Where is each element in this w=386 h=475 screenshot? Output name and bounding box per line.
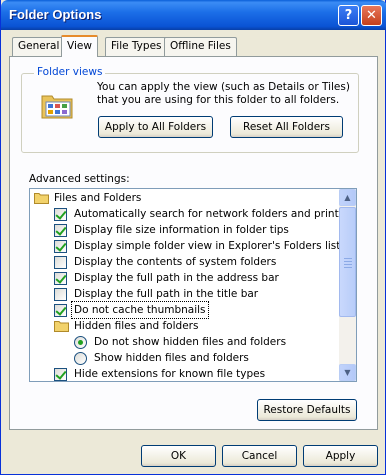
checkbox[interactable] xyxy=(54,272,67,285)
setting-label: Do not cache thumbnails xyxy=(71,301,209,319)
scroll-down-button[interactable]: ▼ xyxy=(339,364,356,381)
tab-view[interactable]: View xyxy=(61,35,98,57)
folder-icon xyxy=(54,321,69,332)
folder-icon xyxy=(34,193,49,204)
setting-system-folder-contents[interactable]: Display the contents of system folders xyxy=(30,254,340,270)
setting-auto-search-network[interactable]: Automatically search for network folders… xyxy=(30,206,355,222)
tab-general[interactable]: General xyxy=(12,37,66,56)
folder-views-icon xyxy=(41,95,73,119)
checkbox[interactable] xyxy=(54,240,67,253)
setting-file-size-tips[interactable]: Display file size information in folder … xyxy=(30,222,340,238)
help-button[interactable]: ? xyxy=(338,5,359,26)
tree-folder-hidden-files: Hidden files and folders xyxy=(30,318,340,334)
folder-options-window: Folder Options ? ✕ General View File Typ… xyxy=(0,0,386,475)
ok-button[interactable]: OK xyxy=(141,445,216,467)
advanced-settings-list[interactable]: Files and Folders Automatically search f… xyxy=(29,188,357,382)
checkbox[interactable] xyxy=(54,288,67,301)
setting-full-path-address-bar[interactable]: Display the full path in the address bar xyxy=(30,270,340,286)
apply-to-all-folders-button[interactable]: Apply to All Folders xyxy=(98,116,213,138)
setting-full-path-title-bar[interactable]: Display the full path in the title bar xyxy=(30,286,340,302)
setting-label: Display file size information in folder … xyxy=(74,224,289,236)
grip-line xyxy=(344,258,352,259)
setting-show-hidden[interactable]: Show hidden files and folders xyxy=(30,350,340,366)
setting-label: Display the full path in the address bar xyxy=(74,272,279,284)
setting-simple-folder-view[interactable]: Display simple folder view in Explorer's… xyxy=(30,238,340,254)
setting-label: Display the contents of system folders xyxy=(74,256,277,268)
checkbox[interactable] xyxy=(54,256,67,269)
setting-do-not-show-hidden[interactable]: Do not show hidden files and folders xyxy=(30,334,340,350)
tree-folder-files-and-folders: Files and Folders xyxy=(30,190,340,206)
apply-button[interactable]: Apply xyxy=(303,445,378,467)
setting-label: Automatically search for network folders… xyxy=(74,208,355,220)
scroll-thumb[interactable] xyxy=(339,207,356,317)
scroll-up-button[interactable]: ▲ xyxy=(339,189,356,206)
folder-views-description: You can apply the view (such as Details … xyxy=(97,81,350,106)
radio-button[interactable] xyxy=(74,352,87,365)
tree-item-label: Files and Folders xyxy=(54,192,142,204)
setting-label: Show hidden files and folders xyxy=(94,352,249,364)
setting-label: Display the full path in the title bar xyxy=(74,288,259,300)
reset-all-folders-button[interactable]: Reset All Folders xyxy=(230,116,343,138)
setting-do-not-cache-thumbnails[interactable]: Do not cache thumbnails xyxy=(30,301,340,319)
setting-label: Hide extensions for known file types xyxy=(74,368,266,380)
title-bar[interactable]: Folder Options ? ✕ xyxy=(1,0,386,30)
setting-label: Do not show hidden files and folders xyxy=(94,336,287,348)
tree-item-label: Hidden files and folders xyxy=(74,320,199,332)
cancel-button[interactable]: Cancel xyxy=(222,445,297,467)
checkbox[interactable] xyxy=(54,368,67,381)
setting-hide-extensions[interactable]: Hide extensions for known file types xyxy=(30,366,340,381)
window-title: Folder Options xyxy=(9,7,102,22)
tab-offline-files[interactable]: Offline Files xyxy=(164,37,237,56)
advanced-settings-label: Advanced settings: xyxy=(29,173,130,185)
folder-views-legend: Folder views xyxy=(34,66,106,78)
setting-label: Display simple folder view in Explorer's… xyxy=(74,240,341,252)
checkbox[interactable] xyxy=(54,304,67,317)
grip-line xyxy=(344,261,352,262)
grip-line xyxy=(344,264,352,265)
grip-line xyxy=(344,267,352,268)
checkbox[interactable] xyxy=(54,208,67,221)
restore-defaults-button[interactable]: Restore Defaults xyxy=(257,399,357,421)
checkbox[interactable] xyxy=(54,224,67,237)
radio-button[interactable] xyxy=(74,336,87,349)
vertical-scrollbar[interactable]: ▲ ▼ xyxy=(339,189,356,381)
close-button[interactable]: ✕ xyxy=(361,5,382,26)
tab-file-types[interactable]: File Types xyxy=(105,37,168,56)
